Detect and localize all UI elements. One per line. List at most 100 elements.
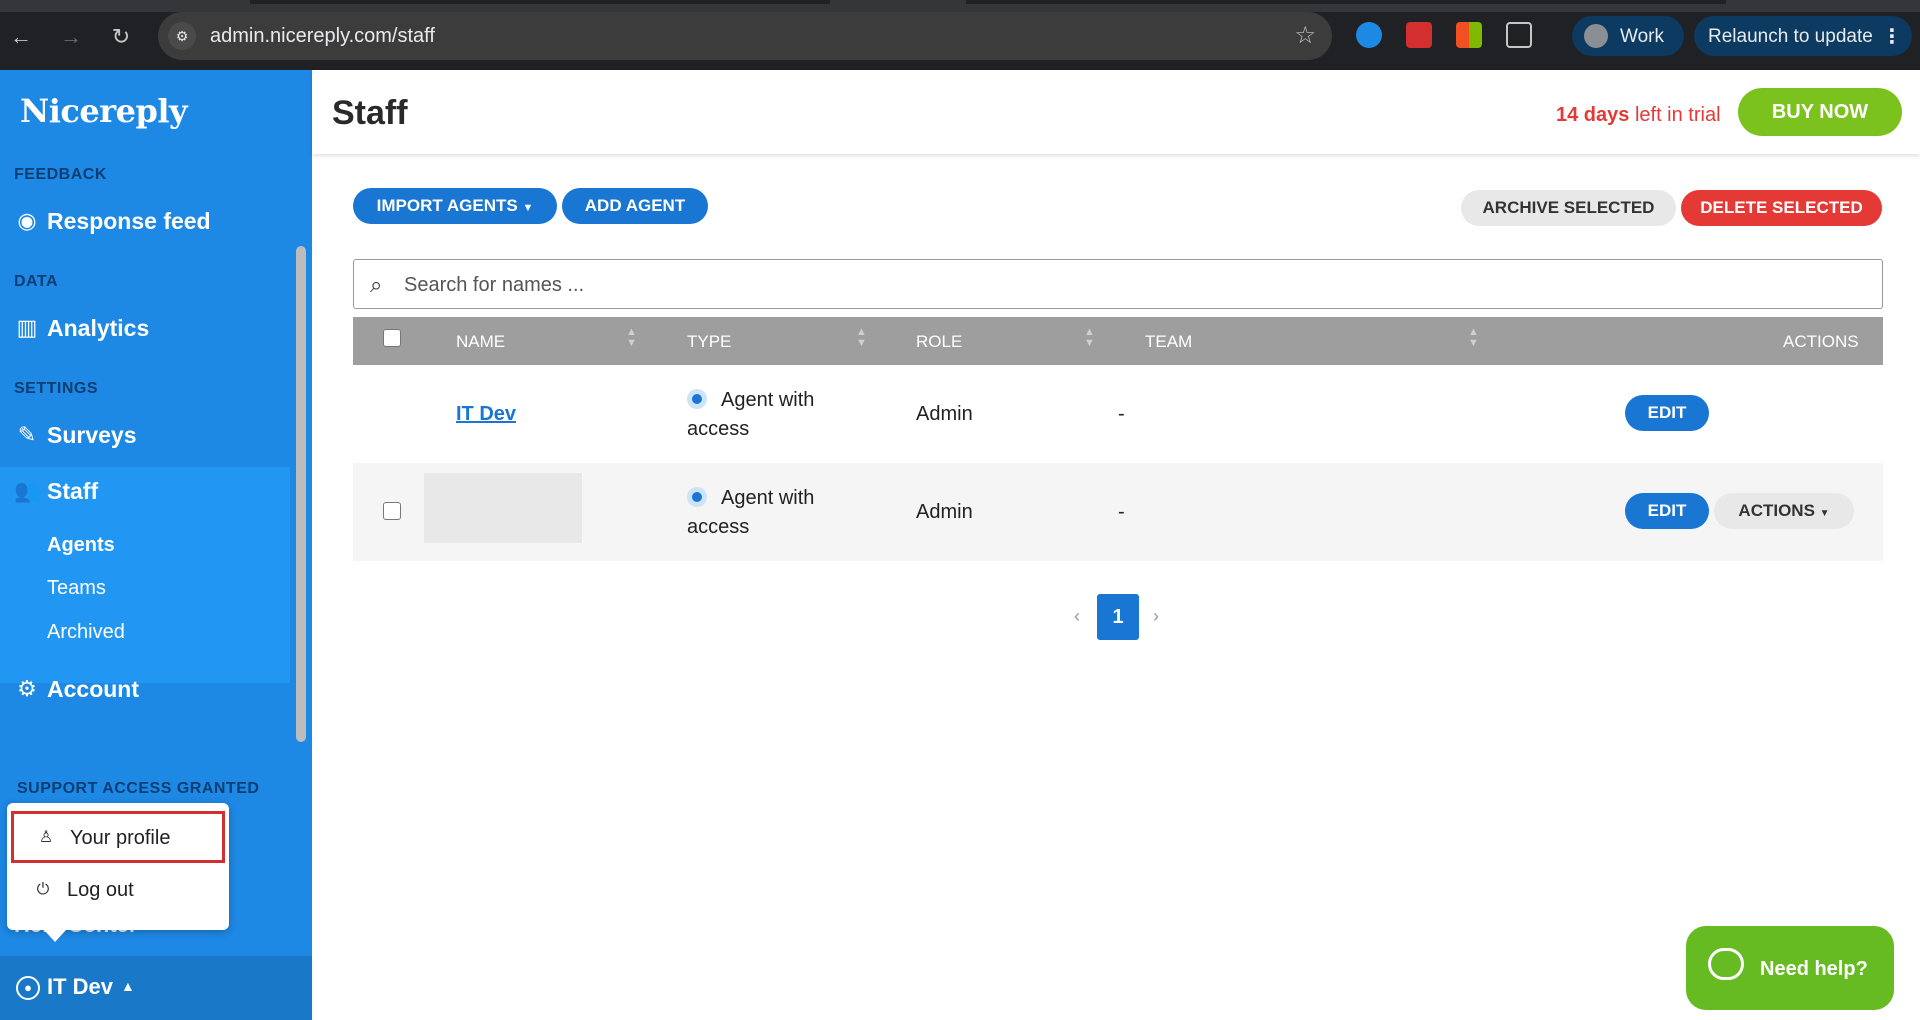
user-menu-toggle[interactable]: ● IT Dev ▲: [0, 956, 312, 1020]
user-name: IT Dev: [47, 974, 114, 999]
section-data: DATA: [14, 273, 59, 290]
browser-tab[interactable]: [250, 0, 830, 4]
sidebar-item-account[interactable]: ⚙ Account: [0, 676, 290, 710]
agent-type-indicator: [687, 389, 707, 409]
sidebar-item-surveys[interactable]: ✎ Surveys: [0, 422, 290, 456]
site-info-icon[interactable]: ⚙: [168, 22, 196, 50]
more-menu-icon[interactable]: ⋮: [1882, 24, 1902, 49]
tab-strip: [0, 0, 1920, 12]
select-all-checkbox[interactable]: [383, 329, 401, 347]
sort-icon[interactable]: ▲ ▼: [856, 327, 867, 349]
sidebar-item-label: Staff: [47, 478, 99, 504]
column-header-type[interactable]: TYPE: [687, 332, 731, 352]
profile-label: Work: [1620, 26, 1664, 47]
menu-item-log-out[interactable]: ⏻ Log out: [11, 866, 225, 918]
reload-icon[interactable]: ↻: [106, 22, 136, 52]
menu-item-your-profile[interactable]: ♙ Your profile: [11, 811, 225, 863]
agent-team: -: [1118, 501, 1125, 523]
caret-down-icon: ▼: [522, 202, 534, 214]
relaunch-label: Relaunch to update: [1708, 26, 1873, 47]
edit-button[interactable]: EDIT: [1625, 493, 1709, 529]
table-header: NAME ▲ ▼ TYPE ▲ ▼ ROLE ▲ ▼ TEAM ▲ ▼ ACTIONS: [353, 317, 1883, 365]
sidebar-subitem-archived[interactable]: Archived: [47, 621, 125, 644]
menu-item-label: Your profile: [70, 827, 171, 849]
back-icon[interactable]: ←: [6, 22, 36, 52]
page-title: Staff: [332, 94, 408, 132]
row-actions-label: ACTIONS: [1738, 501, 1815, 520]
users-icon: 👥: [14, 478, 42, 503]
column-header-team[interactable]: TEAM: [1145, 332, 1192, 352]
pagination-current-page[interactable]: 1: [1097, 594, 1139, 640]
caret-down-icon: ▼: [1819, 508, 1830, 519]
sort-icon[interactable]: ▲ ▼: [1084, 327, 1095, 349]
section-feedback: FEEDBACK: [14, 166, 107, 183]
column-header-name[interactable]: NAME: [456, 332, 505, 352]
chat-bubble-icon: [1708, 948, 1744, 980]
chart-icon: ▥: [16, 315, 38, 340]
sidebar-item-analytics[interactable]: ▥ Analytics: [0, 315, 290, 349]
sidebar-item-label: Account: [47, 676, 139, 702]
browser-tab[interactable]: [966, 0, 1726, 4]
buy-now-button[interactable]: BUY NOW: [1738, 88, 1902, 136]
sidebar-item-response-feed[interactable]: ◉ Response feed: [0, 208, 290, 242]
extension-icon[interactable]: [1406, 22, 1432, 48]
sort-icon[interactable]: ▲ ▼: [626, 327, 637, 349]
agent-type: Agent with: [721, 389, 815, 411]
agent-role: Admin: [916, 403, 973, 425]
column-header-actions: ACTIONS: [1783, 332, 1859, 351]
need-help-label: Need help?: [1760, 958, 1868, 980]
agent-role: Admin: [916, 501, 973, 523]
trial-notice: 14 days left in trial: [1556, 104, 1721, 127]
row-checkbox[interactable]: [383, 502, 401, 520]
table-row: IT Dev Agent with access Admin - EDIT: [353, 365, 1883, 463]
profile-button[interactable]: Work: [1572, 16, 1684, 56]
sidebar-item-staff[interactable]: 👥 Staff: [0, 478, 290, 512]
sidebar-scroll-thumb[interactable]: [296, 246, 306, 742]
delete-selected-button[interactable]: DELETE SELECTED: [1681, 190, 1882, 226]
sidebar-subitem-teams[interactable]: Teams: [47, 577, 106, 600]
search-icon: ⌕: [370, 272, 383, 297]
import-agents-button[interactable]: IMPORT AGENTS ▼: [353, 188, 557, 224]
wrench-icon: ✎: [17, 422, 37, 447]
pagination-prev[interactable]: ‹: [1074, 606, 1080, 627]
row-actions-button[interactable]: ACTIONS ▼: [1714, 493, 1854, 529]
browser-toolbar: ← → ↻ ⚙ admin.nicereply.com/staff ☆ Work…: [0, 0, 1920, 70]
user-icon: ♙: [38, 829, 54, 846]
url-text[interactable]: admin.nicereply.com/staff: [210, 25, 435, 48]
sidebar-item-label: Response feed: [47, 208, 211, 234]
import-agents-label: IMPORT AGENTS: [376, 196, 518, 215]
search-box: ⌕: [353, 259, 1883, 309]
microsoft-icon[interactable]: [1456, 22, 1482, 48]
sort-icon[interactable]: ▲ ▼: [1468, 327, 1479, 349]
archive-selected-button[interactable]: ARCHIVE SELECTED: [1461, 190, 1676, 226]
sidebar-item-label: Analytics: [47, 315, 150, 341]
column-header-role[interactable]: ROLE: [916, 332, 962, 352]
extensions-puzzle-icon[interactable]: [1506, 22, 1532, 48]
redacted-name: [424, 473, 582, 543]
user-dropdown-menu: ♙ Your profile ⏻ Log out: [7, 803, 229, 942]
edit-button[interactable]: EDIT: [1625, 395, 1709, 431]
trial-text: left in trial: [1629, 104, 1721, 126]
address-bar[interactable]: ⚙ admin.nicereply.com/staff ☆: [158, 12, 1332, 60]
gears-icon: ⚙: [17, 676, 37, 701]
pagination-next[interactable]: ›: [1153, 606, 1159, 627]
table-row: Agent with access Admin - EDIT ACTIONS ▼: [353, 463, 1883, 561]
add-agent-button[interactable]: ADD AGENT: [562, 188, 708, 224]
search-input[interactable]: [404, 270, 1804, 300]
agent-type-indicator: [687, 487, 707, 507]
agent-name-link[interactable]: IT Dev: [456, 403, 516, 426]
rss-icon: ◉: [17, 208, 37, 233]
agent-team: -: [1118, 403, 1125, 425]
forward-icon[interactable]: →: [56, 22, 86, 52]
sidebar-subitem-agents[interactable]: Agents: [47, 534, 115, 557]
section-support-access: SUPPORT ACCESS GRANTED: [17, 780, 260, 797]
extension-icon[interactable]: [1356, 22, 1382, 48]
power-icon: ⏻: [36, 881, 50, 898]
avatar: [1584, 24, 1608, 48]
need-help-button[interactable]: Need help?: [1686, 926, 1894, 1010]
relaunch-button[interactable]: Relaunch to update ⋮: [1694, 16, 1912, 56]
bookmark-star-icon[interactable]: ☆: [1294, 21, 1316, 50]
agent-type: access: [687, 516, 750, 538]
agent-type: access: [687, 418, 750, 440]
nicereply-logo[interactable]: Nicereply: [20, 92, 188, 130]
